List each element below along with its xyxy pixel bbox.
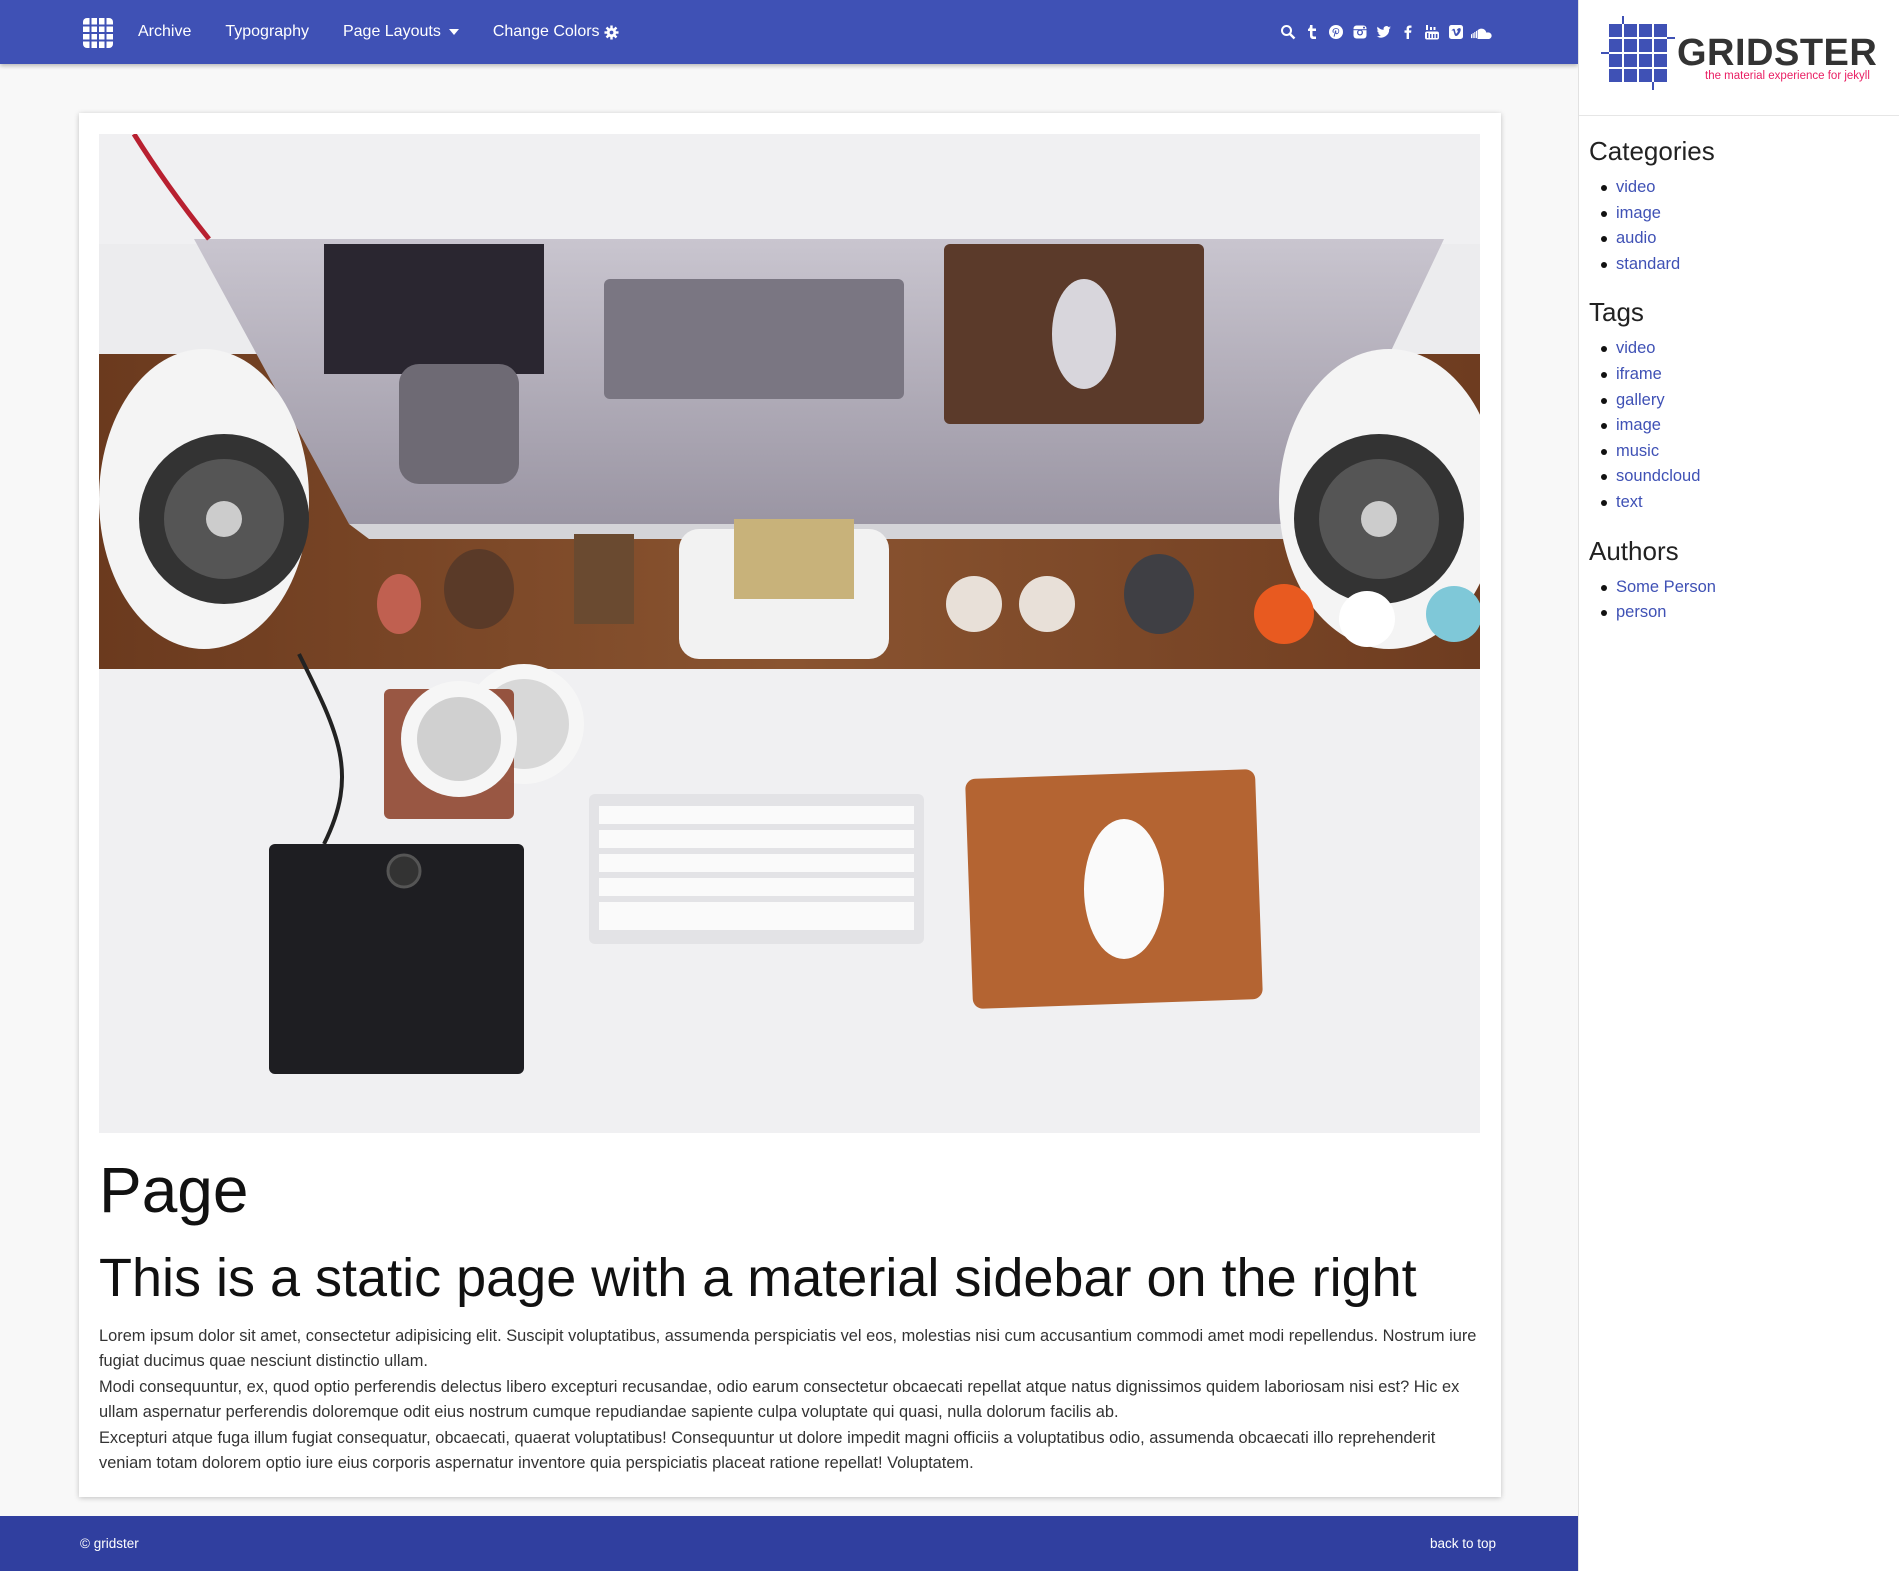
tags-section: Tags video iframe gallery image music so… [1579,297,1899,515]
footer: © gridster back to top [0,1516,1578,1571]
youtube-icon[interactable] [1420,20,1444,44]
brand-header[interactable]: GRIDSTER the material experience for jek… [1579,0,1899,116]
tag-link[interactable]: music [1601,439,1899,465]
twitter-icon[interactable] [1372,20,1396,44]
right-sidebar: GRIDSTER the material experience for jek… [1578,0,1899,1571]
categories-title: Categories [1589,136,1715,166]
nav-archive[interactable]: Archive [138,23,191,41]
brand-name: GRIDSTER [1677,32,1878,74]
nav-change-colors-label: Change Colors [492,23,600,40]
desk-photo-illustration [99,134,1480,1133]
authors-title: Authors [1589,535,1679,566]
category-link[interactable]: audio [1601,226,1899,252]
nav-typography[interactable]: Typography [225,23,309,41]
tags-list: video iframe gallery image music soundcl… [1589,336,1899,515]
nav-typography-label: Typography [225,23,309,40]
page-subtitle: This is a static page with a material si… [99,1248,1417,1308]
social-links [1276,0,1498,64]
pinterest-icon[interactable] [1324,20,1348,44]
tag-link[interactable]: text [1601,490,1899,516]
tumblr-icon[interactable] [1300,20,1324,44]
authors-section: Authors Some Person person [1579,536,1899,626]
category-link[interactable]: video [1601,175,1899,201]
facebook-icon[interactable] [1396,20,1420,44]
hero-image [99,134,1480,1133]
tag-link[interactable]: soundcloud [1601,464,1899,490]
tag-link[interactable]: iframe [1601,362,1899,388]
tag-link[interactable]: video [1601,336,1899,362]
tag-link[interactable]: image [1601,413,1899,439]
categories-list: video image audio standard [1589,175,1899,277]
nav-page-layouts-label: Page Layouts [342,23,441,40]
vimeo-icon[interactable] [1444,20,1468,44]
nav-page-layouts-dropdown[interactable]: Page Layouts [343,23,459,41]
body-paragraph-3: Excepturi atque fuga illum fugiat conseq… [99,1428,1436,1473]
content-card: Page This is a static page with a materi… [79,113,1501,1497]
gridster-logo-icon [1601,16,1675,90]
page-body: Lorem ipsum dolor sit amet, consectetur … [99,1324,1484,1476]
authors-list: Some Person person [1589,575,1899,626]
caret-down-icon [448,29,459,35]
page-title: Page [99,1154,249,1226]
body-paragraph-2: Modi consequuntur, ex, quod optio perfer… [99,1377,1460,1422]
soundcloud-icon[interactable] [1468,20,1498,44]
back-to-top-link[interactable]: back to top [1430,1536,1496,1551]
footer-copyright: © gridster [80,1536,139,1551]
grid-logo-icon[interactable] [80,15,116,51]
category-link[interactable]: standard [1601,252,1899,278]
tag-link[interactable]: gallery [1601,388,1899,414]
brand-tagline: the material experience for jekyll [1705,70,1870,82]
category-link[interactable]: image [1601,201,1899,227]
author-link[interactable]: Some Person [1601,575,1899,601]
author-link[interactable]: person [1601,600,1899,626]
top-navbar: Archive Typography Page Layouts Change C… [0,0,1578,64]
nav-archive-label: Archive [138,23,192,40]
body-paragraph-1: Lorem ipsum dolor sit amet, consectetur … [99,1327,1477,1371]
tags-title: Tags [1589,297,1644,328]
nav-links: Archive Typography Page Layouts Change C… [138,0,653,64]
categories-section: Categories video image audio standard [1579,136,1899,277]
gear-icon [604,24,619,40]
nav-change-colors[interactable]: Change Colors [493,23,619,41]
search-icon[interactable] [1276,20,1300,44]
instagram-icon[interactable] [1348,20,1372,44]
